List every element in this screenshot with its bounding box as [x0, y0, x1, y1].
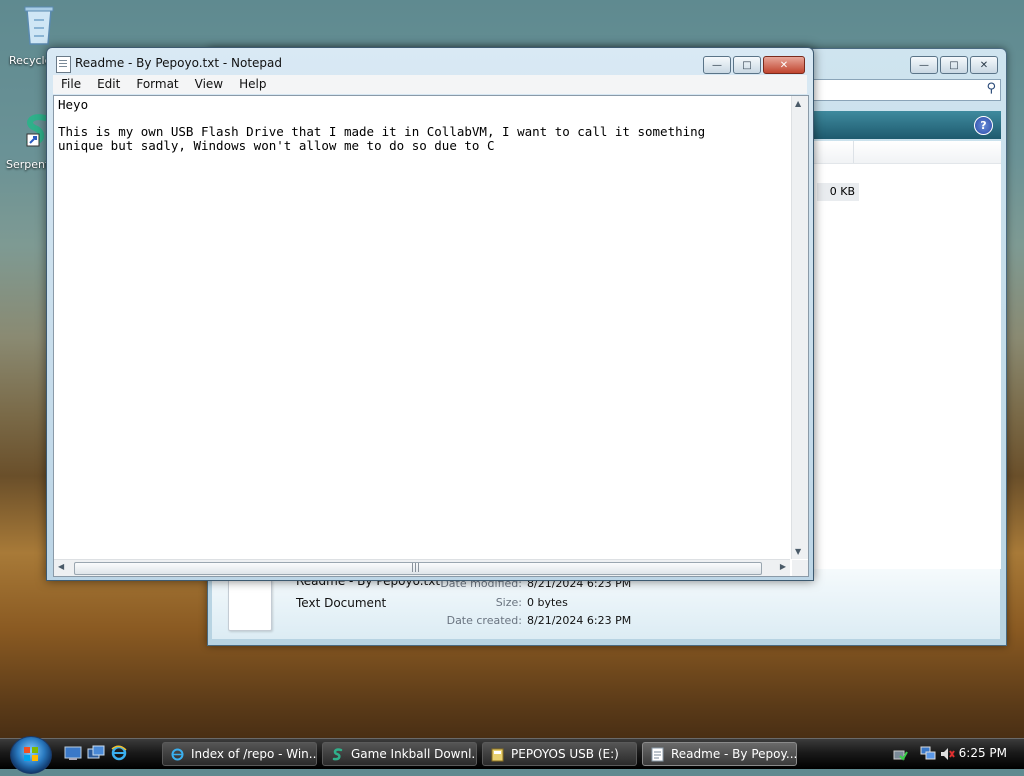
search-input[interactable]: ⚲ [813, 79, 1001, 101]
maximize-button[interactable]: □ [940, 56, 968, 74]
taskbar-button-pepoyos-usb[interactable]: PEPOYOS USB (E:) [482, 742, 637, 766]
desktop-icon-label: Recycle [9, 54, 52, 67]
network-icon[interactable] [920, 745, 936, 764]
vertical-scrollbar[interactable]: ▲ ▼ [791, 96, 808, 559]
menu-file[interactable]: File [53, 75, 89, 94]
show-desktop-icon[interactable] [64, 745, 82, 761]
date-created-value: 8/21/2024 6:23 PM [527, 614, 632, 627]
size-label: Size: [495, 596, 522, 609]
menu-help[interactable]: Help [231, 75, 274, 94]
maximize-button[interactable]: □ [733, 56, 761, 74]
safely-remove-hardware-icon[interactable] [892, 746, 908, 765]
taskbar-button-label: Readme - By Pepoy... [671, 747, 797, 761]
notepad-icon [650, 747, 665, 762]
minimize-icon: — [712, 59, 722, 71]
taskbar-button-label: Game Inkball Downl... [351, 747, 477, 761]
scroll-down-icon[interactable]: ▼ [795, 547, 801, 556]
taskbar-button-game-inkball[interactable]: Game Inkball Downl... [322, 742, 477, 766]
minimize-button[interactable]: — [703, 56, 731, 74]
scroll-right-icon[interactable]: ▶ [780, 562, 786, 571]
maximize-icon: □ [742, 59, 752, 71]
taskbar-button-label: PEPOYOS USB (E:) [511, 747, 619, 761]
notepad-icon [56, 56, 71, 73]
explorer-window-controls: — □ ✕ [910, 56, 998, 74]
help-icon[interactable]: ? [974, 116, 993, 135]
close-button[interactable]: ✕ [970, 56, 998, 74]
size-value: 0 bytes [527, 596, 568, 609]
window-title: Readme - By Pepoyo.txt - Notepad [75, 56, 282, 70]
file-size-cell[interactable]: 0 KB [817, 183, 859, 201]
close-icon: ✕ [979, 59, 989, 71]
file-list: 0 KB [813, 141, 1001, 569]
scroll-left-icon[interactable]: ◀ [58, 562, 64, 571]
maximize-icon: □ [949, 59, 959, 71]
explorer-toolbar: ? [813, 111, 1001, 139]
taskbar-button-readme[interactable]: Readme - By Pepoy... [642, 742, 797, 766]
notepad-window-controls: — □ ✕ [703, 56, 805, 74]
start-button[interactable] [10, 736, 52, 774]
minimize-button[interactable]: — [910, 56, 938, 74]
grip-icon: ||| [411, 563, 421, 573]
column-header[interactable] [813, 141, 1001, 164]
date-created-label: Date created: [446, 614, 522, 627]
text-document-icon [228, 579, 272, 631]
search-icon[interactable]: ⚲ [986, 81, 996, 96]
details-file-type: Text Document [296, 596, 387, 610]
taskbar-button-label: Index of /repo - Win... [191, 747, 317, 761]
scroll-up-icon[interactable]: ▲ [795, 99, 801, 108]
menu-view[interactable]: View [187, 75, 231, 94]
document-text[interactable]: Heyo This is my own USB Flash Drive that… [58, 98, 778, 152]
taskbar-button-index-of-repo[interactable]: Index of /repo - Win... [162, 742, 317, 766]
serpent-icon [330, 747, 345, 762]
menu-edit[interactable]: Edit [89, 75, 128, 94]
taskbar: Index of /repo - Win... Game Inkball Dow… [0, 736, 1024, 774]
horizontal-scroll-thumb[interactable]: ||| [74, 562, 762, 575]
scrollbar-corner [792, 560, 808, 576]
recycle-bin-icon [19, 2, 59, 45]
close-button[interactable]: ✕ [763, 56, 805, 74]
drive-icon [490, 747, 505, 762]
notepad-window[interactable]: Readme - By Pepoyo.txt - Notepad — □ ✕ F… [46, 47, 814, 581]
column-separator[interactable] [853, 141, 854, 163]
desktop-icon-recycle-bin[interactable]: Recycle [4, 2, 74, 67]
switch-windows-icon[interactable] [87, 745, 105, 761]
menu-format[interactable]: Format [128, 75, 186, 94]
system-tray: 6:25 PM [884, 739, 1024, 769]
close-icon: ✕ [779, 59, 789, 71]
menu-bar: File Edit Format View Help [53, 75, 807, 94]
minimize-icon: — [919, 59, 929, 71]
horizontal-scrollbar[interactable]: ◀ ||| ▶ [54, 559, 790, 576]
text-editor[interactable]: Heyo This is my own USB Flash Drive that… [53, 95, 809, 577]
desktop-icon-label: Serpent [6, 158, 50, 171]
internet-explorer-icon [170, 747, 185, 762]
internet-explorer-icon[interactable] [110, 745, 128, 761]
volume-muted-icon[interactable] [939, 746, 955, 765]
clock[interactable]: 6:25 PM [959, 746, 1007, 760]
